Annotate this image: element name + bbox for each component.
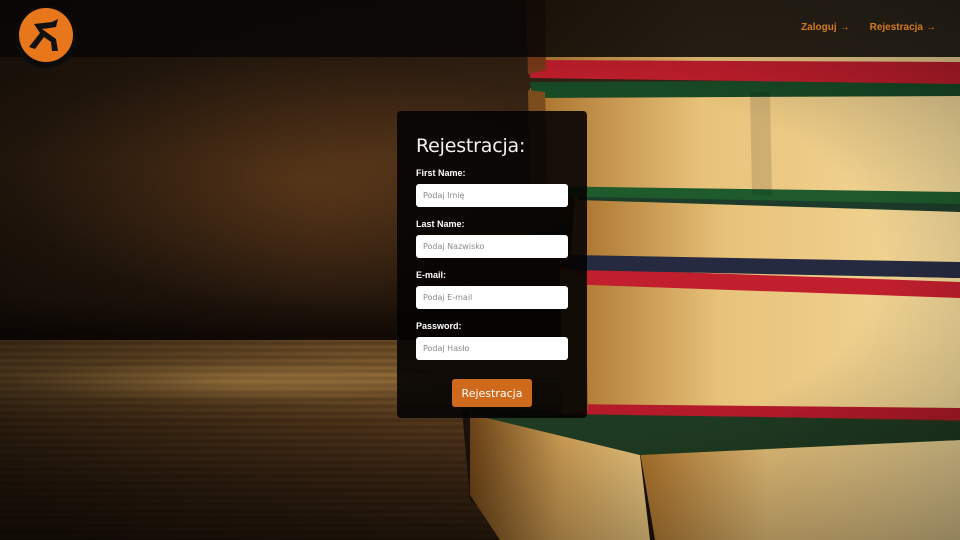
top-nav: Zaloguj → Rejestracja →: [801, 22, 936, 33]
password-label: Password:: [416, 321, 462, 331]
logo-icon[interactable]: [14, 5, 78, 69]
page: Zaloguj → Rejestracja → Rejestracja: Fir…: [0, 0, 960, 540]
nav-login-label: Zaloguj: [801, 22, 837, 33]
nav-login-link[interactable]: Zaloguj →: [801, 22, 850, 33]
password-input[interactable]: [416, 337, 568, 360]
first-name-label: First Name:: [416, 168, 466, 178]
submit-row: Rejestracja: [416, 379, 568, 407]
form-title: Rejestracja:: [416, 135, 526, 157]
last-name-group: Last Name:: [416, 219, 568, 258]
nav-register-link[interactable]: Rejestracja →: [870, 22, 936, 33]
nav-register-label: Rejestracja: [869, 22, 923, 33]
registration-form: Rejestracja: First Name: Last Name: E-ma…: [397, 111, 587, 418]
register-button[interactable]: Rejestracja: [451, 379, 533, 407]
top-header: Zaloguj → Rejestracja →: [0, 0, 960, 68]
last-name-input[interactable]: [416, 235, 568, 258]
email-label: E-mail:: [416, 270, 447, 280]
first-name-group: First Name:: [416, 168, 568, 207]
last-name-label: Last Name:: [416, 219, 465, 229]
email-group: E-mail:: [416, 270, 568, 309]
password-group: Password:: [416, 321, 568, 360]
arrow-right-icon: →: [926, 22, 936, 33]
email-input[interactable]: [416, 286, 568, 309]
arrow-right-icon: →: [839, 22, 850, 33]
first-name-input[interactable]: [416, 184, 568, 207]
